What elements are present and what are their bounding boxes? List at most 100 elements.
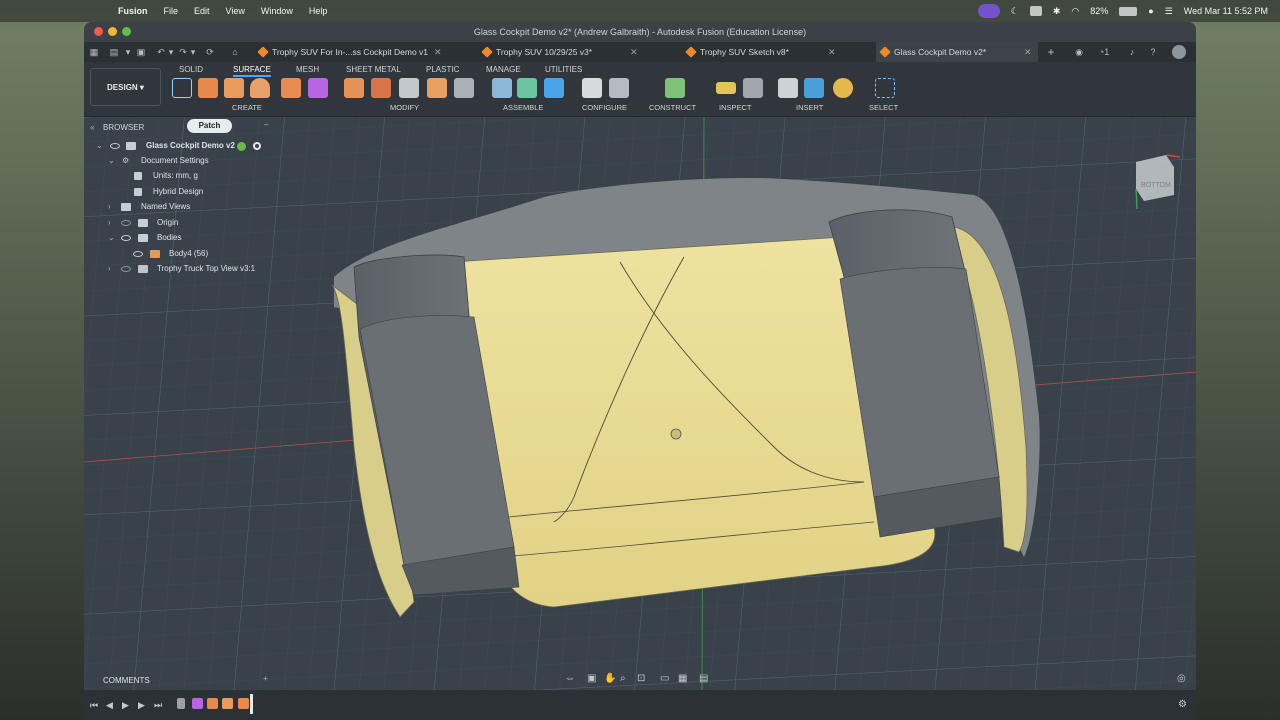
group-insert[interactable]: INSERT: [796, 103, 823, 112]
play-icon[interactable]: ▶: [122, 700, 129, 711]
timeline-feature-extrude[interactable]: [207, 698, 218, 709]
notifications-icon[interactable]: ♪: [1127, 47, 1137, 57]
measure-icon[interactable]: [716, 82, 736, 94]
chevron-right-icon[interactable]: ›: [108, 200, 116, 214]
undo-icon[interactable]: ↶: [156, 47, 166, 57]
parameters-icon[interactable]: [609, 78, 629, 98]
hidden-eye-icon[interactable]: [121, 266, 131, 272]
redo-dropdown-icon[interactable]: ▾: [188, 47, 198, 57]
chevron-right-icon[interactable]: ›: [108, 216, 116, 230]
hidden-eye-icon[interactable]: [121, 220, 131, 226]
collapse-browser-icon[interactable]: «: [90, 123, 94, 132]
tab-manage[interactable]: MANAGE: [486, 65, 521, 74]
tab-glass-cockpit-demo[interactable]: Glass Cockpit Demo v2* ✕: [876, 42, 1038, 62]
browser-item-origin[interactable]: › Origin: [84, 216, 284, 230]
tab-sheet-metal[interactable]: SHEET METAL: [346, 65, 401, 74]
browser-item-hybrid-design[interactable]: Hybrid Design: [84, 185, 284, 199]
apps-grid-icon[interactable]: ▦: [89, 47, 99, 57]
close-tab-icon[interactable]: ✕: [434, 42, 442, 62]
tab-trophy-suv-10-29[interactable]: Trophy SUV 10/29/25 v3* ✕: [478, 42, 678, 62]
tab-trophy-suv-cockpit[interactable]: Trophy SUV For In-...ss Cockpit Demo v1 …: [254, 42, 466, 62]
revolve-icon[interactable]: [224, 78, 244, 98]
group-configure[interactable]: CONFIGURE: [582, 103, 627, 112]
screen-record-icon[interactable]: [977, 4, 1000, 18]
as-built-joint-icon[interactable]: [544, 78, 564, 98]
browser-item-units[interactable]: Units: mm, g: [84, 169, 284, 183]
zoom-icon[interactable]: ⌕: [620, 673, 626, 684]
timeline-feature-trim[interactable]: [238, 698, 249, 709]
timeline-feature-form[interactable]: [192, 698, 203, 709]
group-assemble[interactable]: ASSEMBLE: [503, 103, 543, 112]
loft-icon[interactable]: [281, 78, 301, 98]
chevron-down-icon[interactable]: ⌄: [108, 231, 116, 245]
bluetooth-icon[interactable]: ✱: [1053, 6, 1061, 17]
create-sketch-icon[interactable]: [172, 78, 192, 98]
close-tab-icon[interactable]: ✕: [1024, 42, 1032, 62]
tab-solid[interactable]: SOLID: [179, 65, 203, 74]
browser-minimize-icon[interactable]: –: [264, 120, 268, 129]
wifi-icon[interactable]: ◠: [1071, 6, 1079, 17]
group-select[interactable]: SELECT: [869, 103, 898, 112]
app-status-icon[interactable]: [1029, 6, 1042, 16]
timeline-settings-gear-icon[interactable]: ⚙: [1178, 699, 1187, 710]
go-to-start-icon[interactable]: ⏮: [90, 700, 98, 711]
help-icon[interactable]: ?: [1148, 47, 1158, 57]
close-tab-icon[interactable]: ✕: [630, 42, 638, 62]
canvas-icon[interactable]: [804, 78, 824, 98]
chevron-down-icon[interactable]: ⌄: [96, 139, 104, 153]
look-at-icon[interactable]: ▣: [587, 673, 596, 684]
radio-active-icon[interactable]: [253, 142, 261, 150]
menu-edit[interactable]: Edit: [194, 6, 210, 16]
close-window-button[interactable]: [94, 27, 103, 36]
go-to-end-icon[interactable]: ⏭: [154, 700, 162, 711]
delete-face-icon[interactable]: [371, 78, 391, 98]
insert-mcmaster-icon[interactable]: [833, 78, 853, 98]
file-dropdown-icon[interactable]: ▾: [123, 47, 133, 57]
user-icon[interactable]: ●: [1148, 6, 1153, 16]
timeline-marker[interactable]: [250, 694, 253, 714]
visibility-eye-icon[interactable]: [121, 235, 131, 241]
home-icon[interactable]: ⌂: [230, 47, 240, 57]
zoom-window-button[interactable]: [122, 27, 131, 36]
browser-item-bodies[interactable]: ⌄ Bodies: [84, 231, 284, 245]
browser-item-named-views[interactable]: › Named Views: [84, 200, 284, 214]
active-command-badge[interactable]: Patch: [187, 119, 232, 133]
job-status-icon[interactable]: ◔1: [1093, 47, 1115, 57]
refresh-icon[interactable]: ⟳: [205, 47, 215, 57]
zoom-window-icon[interactable]: ◎: [1177, 673, 1186, 684]
close-tab-icon[interactable]: ✕: [828, 42, 836, 62]
orbit-icon[interactable]: ⇔: [565, 673, 575, 684]
extrude-icon[interactable]: [198, 78, 218, 98]
visibility-eye-icon[interactable]: [133, 251, 143, 257]
minimize-window-button[interactable]: [108, 27, 117, 36]
timeline-feature-patch[interactable]: [222, 698, 233, 709]
group-create[interactable]: CREATE: [232, 103, 262, 112]
visibility-eye-icon[interactable]: [110, 143, 120, 149]
browser-item-document-settings[interactable]: ⌄ ⚙ Document Settings: [84, 154, 284, 168]
tab-utilities[interactable]: UTILITIES: [545, 65, 582, 74]
tab-mesh[interactable]: MESH: [296, 65, 319, 74]
configure-table-icon[interactable]: [582, 78, 602, 98]
tab-trophy-suv-sketch[interactable]: Trophy SUV Sketch v8* ✕: [682, 42, 878, 62]
group-modify[interactable]: MODIFY: [390, 103, 419, 112]
app-menu[interactable]: Fusion: [118, 6, 148, 16]
redo-icon[interactable]: ↷: [178, 47, 188, 57]
extensions-icon[interactable]: ◉: [1074, 47, 1084, 57]
clock[interactable]: Wed Mar 11 5:52 PM: [1184, 6, 1268, 16]
offset-plane-icon[interactable]: [665, 78, 685, 98]
view-cube-body[interactable]: [1136, 155, 1174, 201]
sweep-icon[interactable]: [250, 78, 270, 98]
file-menu-icon[interactable]: ▤: [109, 47, 119, 57]
step-forward-icon[interactable]: ▶: [138, 700, 145, 711]
browser-root[interactable]: ⌄ Glass Cockpit Demo v2: [84, 139, 284, 153]
browser-item-body4[interactable]: Body4 (56): [84, 247, 284, 261]
viewports-icon[interactable]: ▤: [699, 673, 708, 684]
new-component-icon[interactable]: [492, 78, 512, 98]
trim-icon[interactable]: [344, 78, 364, 98]
tab-surface[interactable]: SURFACE: [233, 65, 271, 77]
split-body-icon[interactable]: [399, 78, 419, 98]
insert-derive-icon[interactable]: [778, 78, 798, 98]
chevron-right-icon[interactable]: ›: [108, 262, 116, 276]
tab-plastic[interactable]: PLASTIC: [426, 65, 459, 74]
group-construct[interactable]: CONSTRUCT: [649, 103, 696, 112]
